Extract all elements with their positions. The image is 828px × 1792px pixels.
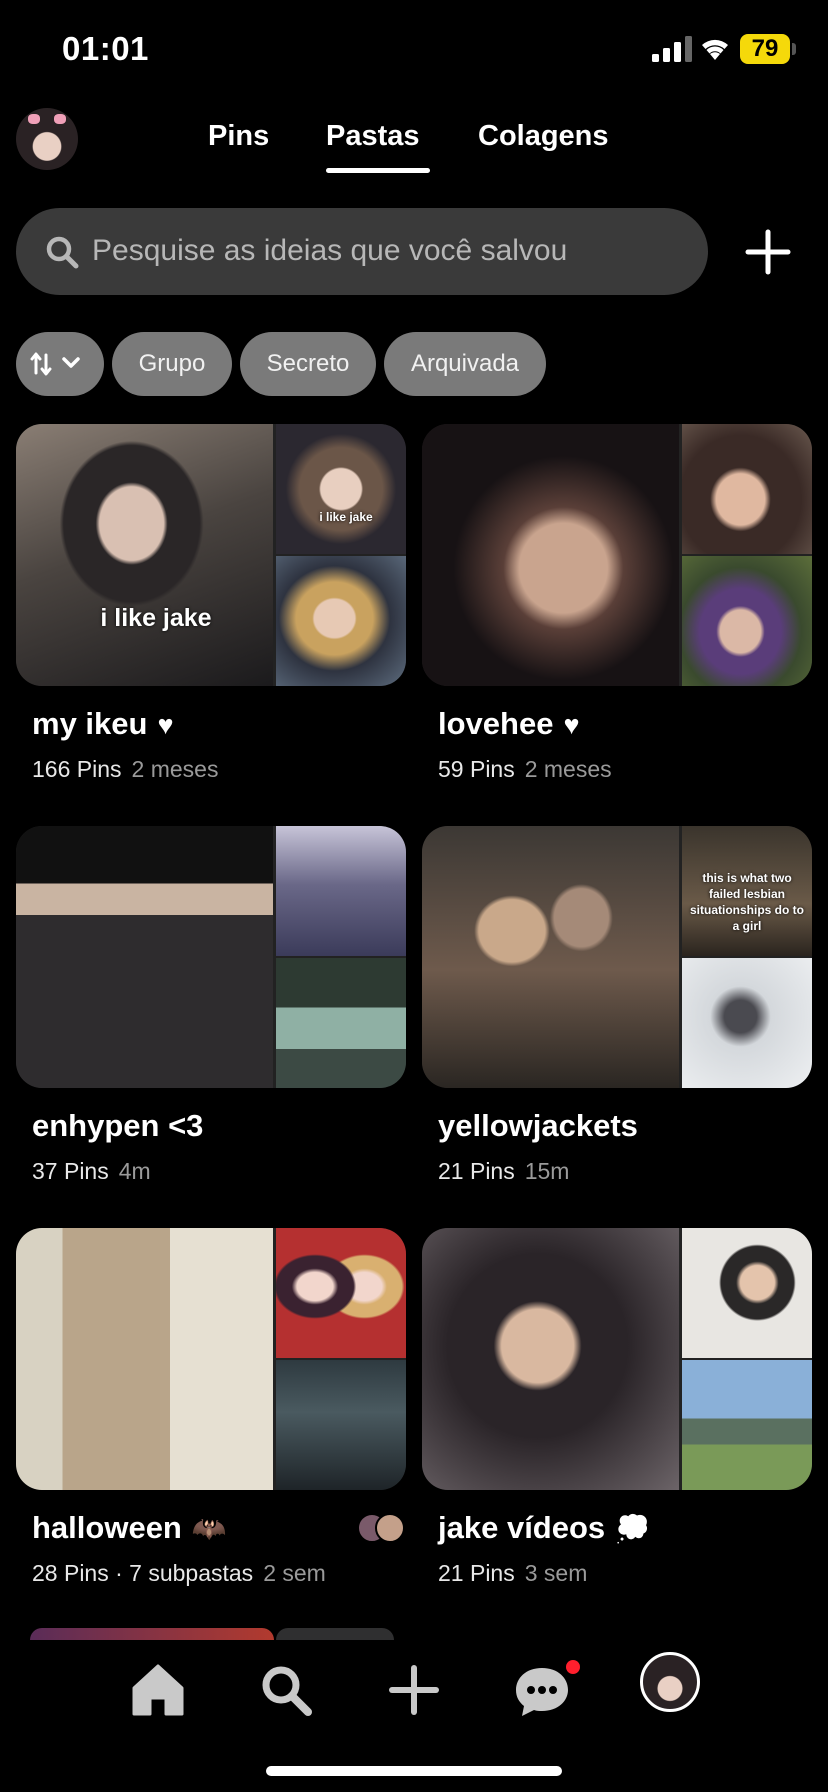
board-cover <box>422 424 812 686</box>
status-time: 01:01 <box>62 30 149 67</box>
board-cover-side-image <box>682 556 812 686</box>
search-placeholder: Pesquise as ideias que você salvou <box>92 234 568 267</box>
board-cover-side-image <box>682 958 812 1088</box>
sort-filter-button[interactable] <box>16 332 104 396</box>
board-cover-side-image <box>682 424 812 554</box>
board-cover-side-image <box>276 424 406 554</box>
board-cover-caption: i like jake <box>100 604 212 632</box>
board-cover <box>422 1228 812 1490</box>
collaborator-avatars <box>357 1513 405 1543</box>
board-title: jake vídeos 💭 <box>438 1510 651 1545</box>
active-tab-underline <box>326 168 430 173</box>
messages-icon[interactable] <box>510 1658 574 1722</box>
board-cover-main-image <box>16 826 273 1088</box>
search-icon <box>46 236 79 269</box>
board-meta: 37 Pins 4m <box>32 1158 151 1184</box>
wifi-icon <box>702 39 728 60</box>
board-meta: 21 Pins 15m <box>438 1158 570 1184</box>
tab-pastas[interactable]: Pastas <box>326 120 420 153</box>
profile-tab-avatar[interactable] <box>640 1652 700 1712</box>
board-cover-side-image <box>276 1360 406 1490</box>
board-cover-main-image <box>422 826 679 1088</box>
board-cover-side-image <box>682 1360 812 1490</box>
tab-pins[interactable]: Pins <box>208 120 269 153</box>
search-icon[interactable] <box>254 1658 318 1722</box>
board-meta: 166 Pins 2 meses <box>32 756 219 782</box>
filter-grupo[interactable]: Grupo <box>112 332 232 396</box>
create-icon[interactable] <box>382 1658 446 1722</box>
board-cover-side-caption: this is what two failed lesbian situatio… <box>690 871 804 933</box>
board-cover-side-image <box>276 1228 406 1358</box>
board-cover-side-image <box>682 1228 812 1358</box>
top-tabs: Pins Pastas Colagens <box>0 120 828 180</box>
board-cover-main-image <box>16 1228 273 1490</box>
board-title: my ikeu ♥ <box>32 706 174 741</box>
board-meta: 28 Pins · 7 subpastas 2 sem <box>32 1560 326 1586</box>
home-icon[interactable] <box>126 1658 190 1722</box>
thought-bubble-icon: 💭 <box>615 1513 651 1544</box>
board-cover: this is what two failed lesbian situatio… <box>422 826 812 1088</box>
board-cover-side-caption: i like jake <box>319 510 373 524</box>
battery-tip <box>792 43 796 55</box>
heart-icon: ♥ <box>563 710 580 740</box>
board-meta: 59 Pins 2 meses <box>438 756 612 782</box>
board-title: lovehee ♥ <box>438 706 580 741</box>
board-meta: 21 Pins 3 sem <box>438 1560 588 1586</box>
board-cover-main-image <box>422 1228 679 1490</box>
filter-arquivada[interactable]: Arquivada <box>384 332 546 396</box>
board-cover-main-image <box>422 424 679 686</box>
cellular-signal-icon <box>652 36 692 62</box>
board-cover <box>16 826 406 1088</box>
board-title: enhypen <3 <box>32 1108 204 1143</box>
create-board-button[interactable] <box>744 228 792 276</box>
heart-icon: ♥ <box>157 710 174 740</box>
battery-indicator: 79 <box>740 34 790 64</box>
tab-colagens[interactable]: Colagens <box>478 120 609 153</box>
board-cover-side-image <box>276 556 406 686</box>
board-cover-side-image <box>276 958 406 1088</box>
board-cover: i like jake i like jake <box>16 424 406 686</box>
home-indicator <box>266 1766 562 1776</box>
filter-secreto[interactable]: Secreto <box>240 332 376 396</box>
board-cover <box>16 1228 406 1490</box>
board-title: halloween 🦇 <box>32 1510 227 1545</box>
notification-dot <box>566 1660 580 1674</box>
board-cover-side-image <box>276 826 406 956</box>
bat-icon: 🦇 <box>191 1513 227 1544</box>
search-input[interactable]: Pesquise as ideias que você salvou <box>16 208 708 295</box>
board-title: yellowjackets <box>438 1108 638 1143</box>
board-cover-main-image <box>16 424 273 686</box>
sort-icon <box>30 352 80 376</box>
status-bar: 01:01 79 <box>0 0 828 100</box>
